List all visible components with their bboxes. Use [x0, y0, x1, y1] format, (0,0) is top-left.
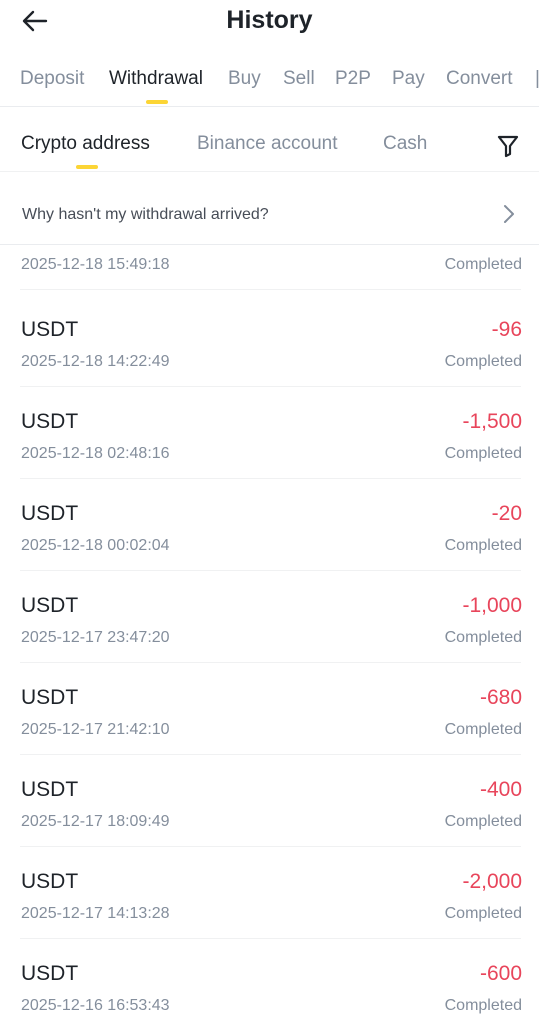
row-timestamp: 2025-12-16 16:53:43: [21, 997, 170, 1014]
header: History: [0, 0, 539, 46]
transaction-list: 2025-12-18 15:49:18 Completed USDT -96 2…: [0, 245, 539, 1024]
tab-crypto-address[interactable]: Crypto address: [21, 133, 150, 155]
row-coin: USDT: [21, 318, 79, 341]
row-status: Completed: [444, 997, 522, 1014]
row-timestamp: 2025-12-17 23:47:20: [21, 629, 170, 646]
tab-binance-account[interactable]: Binance account: [197, 133, 338, 155]
tab-p2p[interactable]: P2P: [335, 68, 371, 90]
filter-icon: [497, 135, 519, 158]
row-coin: USDT: [21, 962, 79, 985]
tab-pay[interactable]: Pay: [392, 68, 425, 90]
tab-overflow[interactable]: |: [535, 68, 539, 90]
row-timestamp: 2025-12-18 02:48:16: [21, 445, 170, 462]
row-status: Completed: [444, 256, 522, 273]
filter-button[interactable]: [495, 133, 521, 159]
list-item[interactable]: USDT -600 2025-12-16 16:53:43 Completed: [0, 939, 539, 1024]
row-timestamp: 2025-12-18 14:22:49: [21, 353, 170, 370]
secondary-tabs: Crypto address Binance account Cash: [0, 107, 539, 172]
row-coin: USDT: [21, 410, 79, 433]
list-item[interactable]: USDT -1,500 2025-12-18 02:48:16 Complete…: [0, 387, 539, 479]
row-status: Completed: [444, 905, 522, 922]
row-amount: -2,000: [462, 870, 522, 893]
row-status: Completed: [444, 813, 522, 830]
row-amount: -680: [479, 686, 522, 709]
tab-buy[interactable]: Buy: [228, 68, 261, 90]
row-status: Completed: [444, 721, 522, 738]
row-amount: -1,000: [462, 594, 522, 617]
list-item[interactable]: USDT -1,000 2025-12-17 23:47:20 Complete…: [0, 571, 539, 663]
list-item-partial[interactable]: 2025-12-18 15:49:18 Completed: [0, 245, 539, 290]
withdrawal-help-link[interactable]: Why hasn't my withdrawal arrived?: [0, 186, 539, 245]
active-subtab-indicator: [76, 165, 98, 169]
row-timestamp: 2025-12-17 18:09:49: [21, 813, 170, 830]
help-text: Why hasn't my withdrawal arrived?: [22, 206, 269, 223]
row-coin: USDT: [21, 594, 79, 617]
row-coin: USDT: [21, 870, 79, 893]
tab-convert[interactable]: Convert: [446, 68, 513, 90]
row-status: Completed: [444, 537, 522, 554]
tab-withdrawal[interactable]: Withdrawal: [109, 68, 203, 90]
row-amount: -96: [491, 318, 522, 341]
active-tab-indicator: [146, 100, 168, 104]
list-item[interactable]: USDT -20 2025-12-18 00:02:04 Completed: [0, 479, 539, 571]
tab-sell[interactable]: Sell: [283, 68, 315, 90]
tab-cash[interactable]: Cash: [383, 133, 427, 155]
list-item[interactable]: USDT -680 2025-12-17 21:42:10 Completed: [0, 663, 539, 755]
row-status: Completed: [444, 629, 522, 646]
row-status: Completed: [444, 445, 522, 462]
page-title: History: [226, 6, 313, 34]
row-coin: USDT: [21, 686, 79, 709]
tab-deposit[interactable]: Deposit: [20, 68, 84, 90]
row-amount: -600: [479, 962, 522, 985]
list-item[interactable]: USDT -96 2025-12-18 14:22:49 Completed: [0, 295, 539, 387]
list-item[interactable]: USDT -400 2025-12-17 18:09:49 Completed: [0, 755, 539, 847]
chevron-right-icon: [504, 205, 514, 223]
row-status: Completed: [444, 353, 522, 370]
primary-tabs: Deposit Withdrawal Buy Sell P2P Pay Conv…: [0, 58, 539, 107]
row-amount: -400: [479, 778, 522, 801]
row-timestamp: 2025-12-18 15:49:18: [21, 256, 170, 273]
row-amount: -1,500: [462, 410, 522, 433]
row-divider: [20, 289, 521, 290]
row-timestamp: 2025-12-17 21:42:10: [21, 721, 170, 738]
row-coin: USDT: [21, 502, 79, 525]
row-timestamp: 2025-12-18 00:02:04: [21, 537, 170, 554]
row-amount: -20: [491, 502, 522, 525]
row-timestamp: 2025-12-17 14:13:28: [21, 905, 170, 922]
list-item[interactable]: USDT -2,000 2025-12-17 14:13:28 Complete…: [0, 847, 539, 939]
row-coin: USDT: [21, 778, 79, 801]
